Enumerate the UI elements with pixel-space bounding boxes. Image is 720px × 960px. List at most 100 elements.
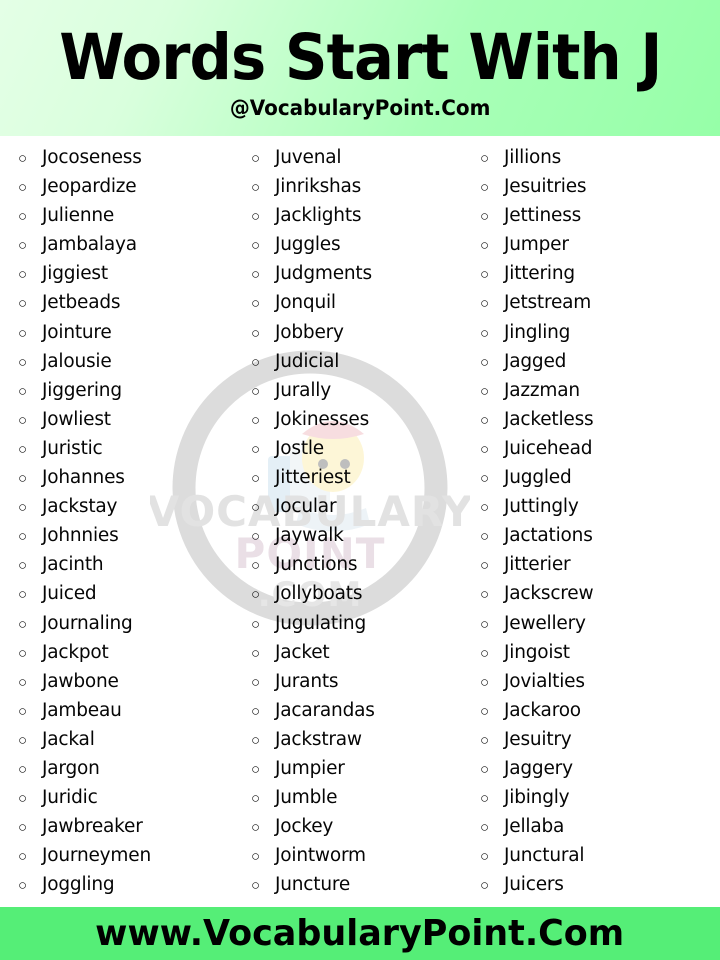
word-label: Johnnies <box>42 525 119 547</box>
bullet-circle-icon: ○ <box>480 208 490 226</box>
word-label: Jawbone <box>42 670 119 692</box>
word-label: Jillions <box>504 147 562 168</box>
list-item: ○ Judicial <box>251 347 462 376</box>
word-column-1: ○ Jocoseness ○ Jeopardize ○ Julienne ○ Jambalay… <box>0 143 233 901</box>
list-item: ○ Jettiness <box>480 201 720 230</box>
word-label: Jambeau <box>42 699 122 721</box>
list-item: ○ Jocular <box>251 492 462 521</box>
bullet-circle-icon: ○ <box>480 760 490 778</box>
bullet-circle-icon: ○ <box>18 586 28 604</box>
word-label: Jobbery <box>275 321 344 343</box>
list-item: ○ Jiggiest <box>18 259 233 288</box>
bullet-circle-icon: ○ <box>251 411 261 429</box>
word-label: Jargon <box>42 757 100 779</box>
bullet-circle-icon: ○ <box>18 237 28 255</box>
word-label: Jumble <box>275 787 338 809</box>
list-item: ○ Johannes <box>18 463 233 492</box>
word-label: Juicers <box>504 874 564 896</box>
bullet-circle-icon: ○ <box>251 702 261 720</box>
list-item: ○ Johnnies <box>18 521 233 550</box>
list-item: ○ Jugulating <box>251 609 462 638</box>
page-title: Words Start With J <box>58 21 662 94</box>
bullet-circle-icon: ○ <box>251 528 261 546</box>
word-label: Jeopardize <box>42 176 137 198</box>
word-label: Jambalaya <box>42 234 137 256</box>
list-item: ○ Jactations <box>480 521 720 550</box>
list-item: ○ Jurants <box>251 667 462 696</box>
list-item: ○ Jacinth <box>18 550 233 579</box>
page-header: Words Start With J @VocabularyPoint.Com <box>0 0 720 136</box>
bullet-circle-icon: ○ <box>251 440 261 458</box>
word-label: Jovialties <box>504 670 585 692</box>
list-item: ○ Jointworm <box>251 841 462 870</box>
word-label: Judgments <box>275 263 372 285</box>
list-item: ○ Jacklights <box>251 201 462 230</box>
bullet-circle-icon: ○ <box>480 440 490 458</box>
word-label: Juicehead <box>504 437 593 459</box>
bullet-circle-icon: ○ <box>480 615 490 633</box>
bullet-circle-icon: ○ <box>18 673 28 691</box>
list-item: ○ Jumble <box>251 783 462 812</box>
word-label: Jollyboats <box>275 583 363 605</box>
bullet-circle-icon: ○ <box>480 324 490 342</box>
word-list-poster: Words Start With J @VocabularyPoint.Com … <box>0 0 720 960</box>
bullet-circle-icon: ○ <box>18 266 28 284</box>
word-label: Judicial <box>275 350 340 372</box>
word-label: Jaggery <box>504 757 573 779</box>
bullet-circle-icon: ○ <box>18 702 28 720</box>
word-label: Jacklights <box>275 205 362 227</box>
bullet-circle-icon: ○ <box>18 819 28 837</box>
list-item: ○ Journeymen <box>18 841 233 870</box>
list-item: ○ Juggles <box>251 230 462 259</box>
bullet-circle-icon: ○ <box>480 790 490 808</box>
word-label: Juiced <box>42 583 97 605</box>
bullet-circle-icon: ○ <box>251 470 261 488</box>
list-item: ○ Jocoseness <box>18 143 233 172</box>
bullet-circle-icon: ○ <box>480 848 490 866</box>
word-label: Jackaroo <box>504 699 581 721</box>
bullet-circle-icon: ○ <box>251 819 261 837</box>
bullet-circle-icon: ○ <box>251 877 261 895</box>
bullet-circle-icon: ○ <box>480 586 490 604</box>
list-item: ○ Jeopardize <box>18 172 233 201</box>
word-label: Juristic <box>42 437 103 459</box>
list-item: ○ Juridic <box>18 783 233 812</box>
list-item: ○ Jiggering <box>18 376 233 405</box>
list-item: ○ Junctural <box>480 841 720 870</box>
list-item: ○ Jittering <box>480 259 720 288</box>
word-label: Johannes <box>42 467 125 489</box>
word-label: Journaling <box>42 612 133 634</box>
word-column-2: ○ Juvenal ○ Jinrikshas ○ Jacklights ○ Juggles ○ J… <box>233 143 462 901</box>
list-item: ○ Jokinesses <box>251 405 462 434</box>
bullet-circle-icon: ○ <box>251 499 261 517</box>
bullet-circle-icon: ○ <box>18 528 28 546</box>
bullet-circle-icon: ○ <box>251 848 261 866</box>
word-label: Jibingly <box>504 787 570 809</box>
list-item: ○ Juncture <box>251 870 462 899</box>
word-label: Juvenal <box>275 147 342 168</box>
word-label: Jumper <box>504 234 569 256</box>
list-item: ○ Joggling <box>18 870 233 899</box>
list-item: ○ Jaywalk <box>251 521 462 550</box>
bullet-circle-icon: ○ <box>480 819 490 837</box>
bullet-circle-icon: ○ <box>18 440 28 458</box>
word-label: Jacket <box>275 641 330 663</box>
list-item: ○ Jackscrew <box>480 579 720 608</box>
list-item: ○ Jitterier <box>480 550 720 579</box>
word-label: Jitteriest <box>275 467 351 489</box>
bullet-circle-icon: ○ <box>251 266 261 284</box>
list-item: ○ Juicehead <box>480 434 720 463</box>
word-label: Jurally <box>275 379 331 401</box>
list-item: ○ Julienne <box>18 201 233 230</box>
word-label: Jostle <box>275 437 324 459</box>
word-label: Jackstay <box>42 496 118 518</box>
bullet-circle-icon: ○ <box>480 179 490 197</box>
bullet-circle-icon: ○ <box>251 353 261 371</box>
list-item: ○ Jackal <box>18 725 233 754</box>
word-label: Jocular <box>275 496 337 518</box>
word-label: Jiggiest <box>42 263 108 285</box>
word-label: Jetstream <box>504 292 592 314</box>
word-label: Jacketless <box>504 408 594 430</box>
word-label: Jacinth <box>42 554 104 576</box>
word-label: Jacarandas <box>275 699 375 721</box>
